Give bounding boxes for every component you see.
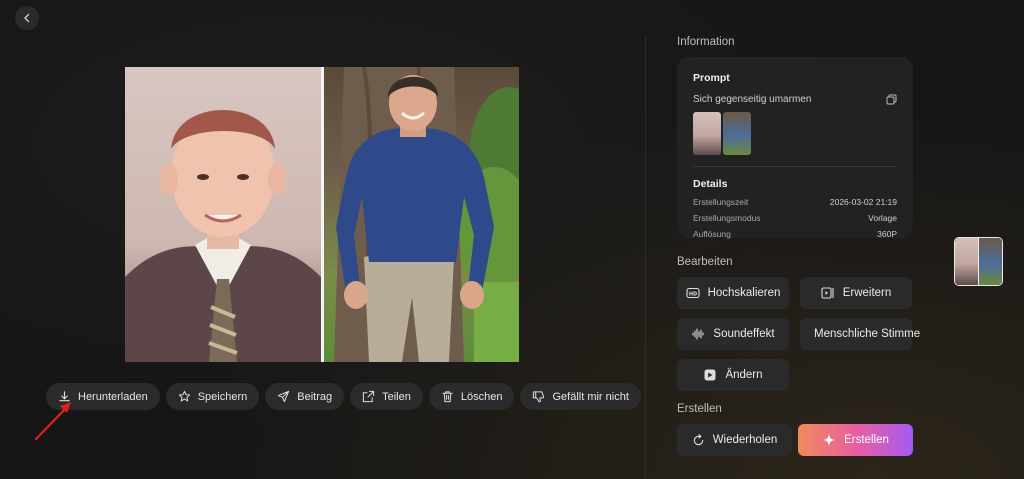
star-icon [178,390,190,402]
generate-button[interactable]: Erstellen [798,424,913,456]
info-panel: Information Prompt Sich gegenseitig umar… [677,36,920,456]
dislike-label: Gefällt mir nicht [552,390,629,403]
info-card: Prompt Sich gegenseitig umarmen Details … [677,57,913,239]
prompt-label: Prompt [693,72,730,84]
extend-button[interactable]: Erweitern [800,277,912,309]
human-voice-button[interactable]: Menschliche Stimme [800,318,920,350]
svg-text:HD: HD [688,291,696,297]
thumbs-down-icon [533,391,545,403]
upscale-button[interactable]: HD Hochskalieren [677,277,789,309]
details-row: Erstellungsmodus Vorlage [693,213,897,223]
send-icon [278,390,290,403]
thumbnail-boy[interactable] [693,112,721,155]
photo-man [324,67,519,362]
details-key: Auflösung [693,229,731,239]
repeat-button[interactable]: Wiederholen [677,424,792,456]
repeat-label: Wiederholen [712,434,778,446]
share-label: Teilen [382,390,411,403]
waveform-icon [692,328,704,340]
photo-boy [125,67,321,362]
edit-video-icon [704,369,716,381]
create-buttons: Wiederholen Erstellen [677,424,913,456]
details-row: Auflösung 360P [693,229,897,239]
post-button[interactable]: Beitrag [265,383,345,410]
history-thumbnail-man [978,238,1002,285]
chevron-left-icon [24,13,30,23]
hd-icon: HD [686,287,700,299]
edit-buttons: HD Hochskalieren Erweitern Soundeffekt M… [677,277,920,391]
history-thumbnail-boy [955,238,978,285]
extend-label: Erweitern [842,287,892,299]
history-thumbnail[interactable] [954,237,1003,286]
details-row: Erstellungszeit 2026-03-02 21:19 [693,197,897,207]
prompt-text: Sich gegenseitig umarmen [693,94,812,105]
modify-label: Ändern [725,369,763,381]
prompt-thumbnails [693,112,897,155]
card-separator [693,166,897,167]
generate-label: Erstellen [844,434,889,446]
modify-button[interactable]: Ändern [677,359,789,391]
information-title: Information [677,36,735,48]
details-key: Erstellungszeit [693,197,749,207]
back-button[interactable] [15,6,39,30]
save-button[interactable]: Speichern [165,383,260,410]
details-key: Erstellungsmodus [693,213,761,223]
delete-label: Löschen [460,390,503,403]
details-value: Vorlage [868,213,897,223]
sound-effect-label: Soundeffekt [713,328,775,340]
panel-divider [645,36,646,479]
human-voice-label: Menschliche Stimme [814,328,921,340]
create-title: Erstellen [677,403,722,415]
sparkle-icon [823,434,836,446]
result-image [125,67,519,362]
sound-effect-button[interactable]: Soundeffekt [677,318,789,350]
thumbnail-man[interactable] [723,112,751,155]
refresh-icon [693,433,703,445]
delete-button[interactable]: Löschen [428,383,515,410]
copy-icon[interactable] [886,94,897,105]
share-button[interactable]: Teilen [350,383,423,410]
image-action-bar: Herunterladen Speichern Beitrag Teilen L… [46,383,641,410]
edit-title: Bearbeiten [677,256,733,268]
share-icon [363,390,375,403]
post-label: Beitrag [297,390,333,403]
details-label: Details [693,178,728,190]
trash-icon [442,391,453,403]
extend-video-icon [821,287,834,299]
annotation-arrow-icon [34,402,71,441]
upscale-label: Hochskalieren [707,287,781,299]
details-value: 2026-03-02 21:19 [829,197,897,207]
download-label: Herunterladen [78,390,148,403]
save-label: Speichern [197,390,248,403]
details-value: 360P [877,229,897,239]
dislike-button[interactable]: Gefällt mir nicht [520,383,641,410]
